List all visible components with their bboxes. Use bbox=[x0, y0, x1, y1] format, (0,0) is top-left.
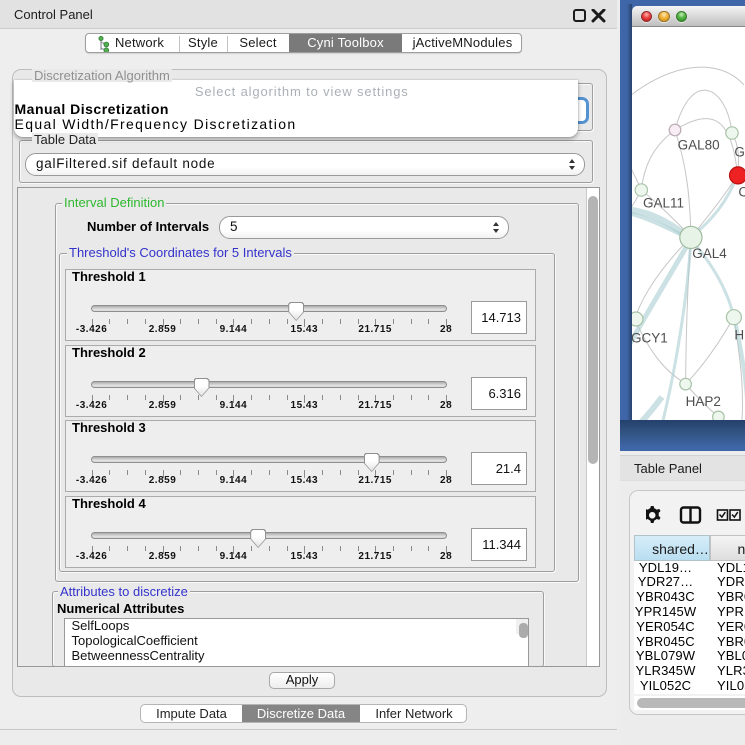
svg-text:C: C bbox=[738, 185, 745, 200]
svg-text:GA: GA bbox=[734, 145, 745, 160]
svg-text:GCY1: GCY1 bbox=[632, 330, 668, 345]
svg-text:GAL80: GAL80 bbox=[678, 138, 720, 153]
svg-text:HAP2: HAP2 bbox=[686, 394, 721, 409]
svg-text:GAL4: GAL4 bbox=[692, 246, 727, 261]
svg-text:H: H bbox=[734, 327, 744, 342]
svg-text:GAL11: GAL11 bbox=[643, 196, 684, 211]
